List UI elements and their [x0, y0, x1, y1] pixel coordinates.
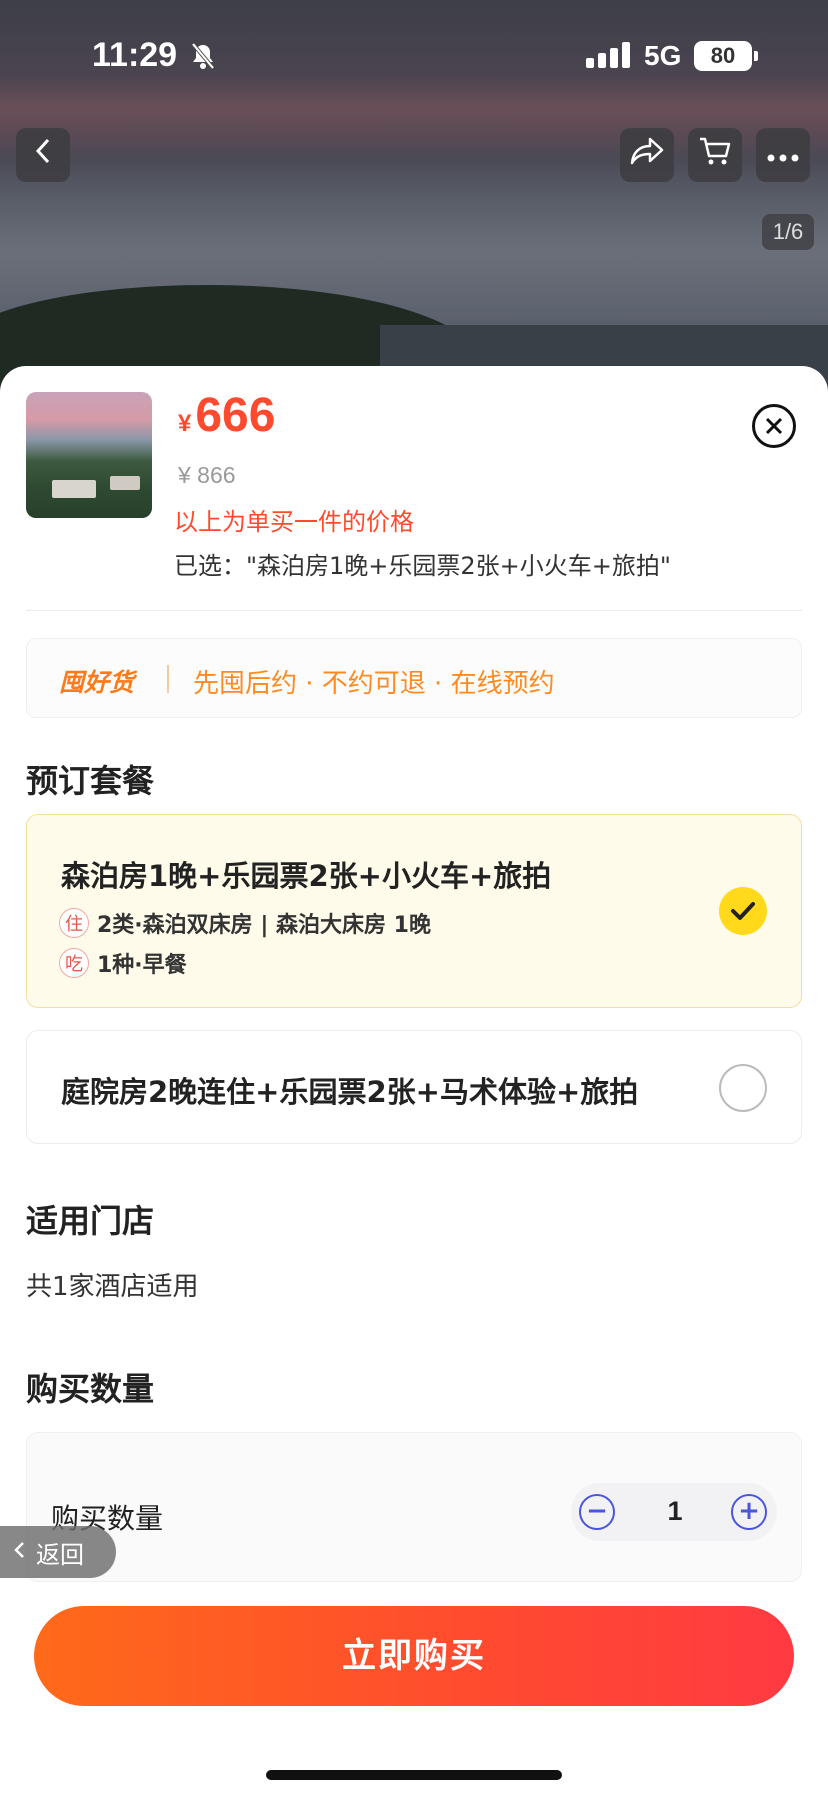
- battery-tip: [754, 51, 758, 61]
- status-bar: 11:29 5G 80: [0, 0, 828, 110]
- original-price: ¥ 866: [178, 462, 236, 488]
- return-label: 返回: [36, 1540, 84, 1569]
- chevron-left-icon: [32, 136, 54, 174]
- more-button[interactable]: [756, 128, 810, 182]
- package-section-title: 预订套餐: [26, 762, 155, 800]
- check-icon: [719, 887, 767, 935]
- currency-symbol: ¥: [178, 410, 192, 437]
- back-button[interactable]: [16, 128, 70, 182]
- promo-banner[interactable]: 囤好货 先囤后约 · 不约可退 · 在线预约: [26, 638, 802, 718]
- quantity-section-title: 购买数量: [26, 1370, 155, 1408]
- home-indicator: [266, 1770, 562, 1780]
- more-dots-icon: [766, 140, 800, 170]
- promo-text: 先囤后约 · 不约可退 · 在线预约: [193, 669, 555, 699]
- selected-summary: 已选："森泊房1晚+乐园票2张+小火车+旅拍": [174, 552, 671, 580]
- stay-tag: 住: [59, 908, 89, 938]
- mute-bell-icon: [190, 42, 216, 77]
- thumbnail-building: [52, 480, 96, 498]
- quantity-value[interactable]: 1: [647, 1496, 703, 1527]
- chevron-left-icon: [12, 1538, 26, 1566]
- package-title: 森泊房1晚+乐园票2张+小火车+旅拍: [61, 859, 552, 893]
- image-pager: 1/6: [762, 214, 814, 250]
- close-icon: [764, 410, 784, 443]
- current-price: ¥666: [178, 388, 275, 443]
- buy-now-button[interactable]: 立即购买: [34, 1606, 794, 1706]
- stores-count[interactable]: 共1家酒店适用: [26, 1266, 199, 1303]
- divider: [26, 610, 802, 611]
- quantity-panel: 购买数量 − 1 +: [26, 1432, 802, 1582]
- price-note: 以上为单买一件的价格: [174, 508, 414, 536]
- signal-icon: [586, 42, 630, 68]
- return-button[interactable]: 返回: [0, 1526, 116, 1578]
- product-thumbnail[interactable]: [26, 392, 152, 518]
- package-food-line: 吃 1种·早餐: [59, 947, 187, 979]
- minus-icon[interactable]: −: [579, 1494, 615, 1530]
- network-type: 5G: [644, 40, 682, 71]
- close-button[interactable]: [752, 404, 796, 448]
- cart-button[interactable]: [688, 128, 742, 182]
- stay-detail: 2类·森泊双床房 | 森泊大床房 1晚: [97, 913, 431, 938]
- package-option[interactable]: 庭院房2晚连住+乐园票2张+马术体验+旅拍: [26, 1030, 802, 1144]
- radio-unchecked-icon[interactable]: [719, 1064, 767, 1112]
- battery-icon: 80: [694, 41, 752, 71]
- sku-sheet: ¥666 ¥ 866 以上为单买一件的价格 已选："森泊房1晚+乐园票2张+小火…: [0, 366, 828, 1795]
- plus-icon[interactable]: +: [731, 1494, 767, 1530]
- share-button[interactable]: [620, 128, 674, 182]
- promo-logo: 囤好货: [59, 668, 135, 697]
- thumbnail-building: [110, 476, 140, 490]
- package-stay-line: 住 2类·森泊双床房 | 森泊大床房 1晚: [59, 907, 431, 939]
- price-value: 666: [195, 389, 276, 442]
- status-time: 11:29: [92, 36, 178, 74]
- package-option[interactable]: 森泊房1晚+乐园票2张+小火车+旅拍 住 2类·森泊双床房 | 森泊大床房 1晚…: [26, 814, 802, 1008]
- food-detail: 1种·早餐: [97, 953, 187, 978]
- stores-section-title: 适用门店: [26, 1202, 155, 1240]
- cart-icon: [698, 135, 732, 175]
- quantity-stepper: − 1 +: [571, 1483, 777, 1541]
- promo-separator: [167, 665, 169, 693]
- share-icon: [630, 136, 664, 174]
- food-tag: 吃: [59, 948, 89, 978]
- package-title: 庭院房2晚连住+乐园票2张+马术体验+旅拍: [61, 1075, 639, 1109]
